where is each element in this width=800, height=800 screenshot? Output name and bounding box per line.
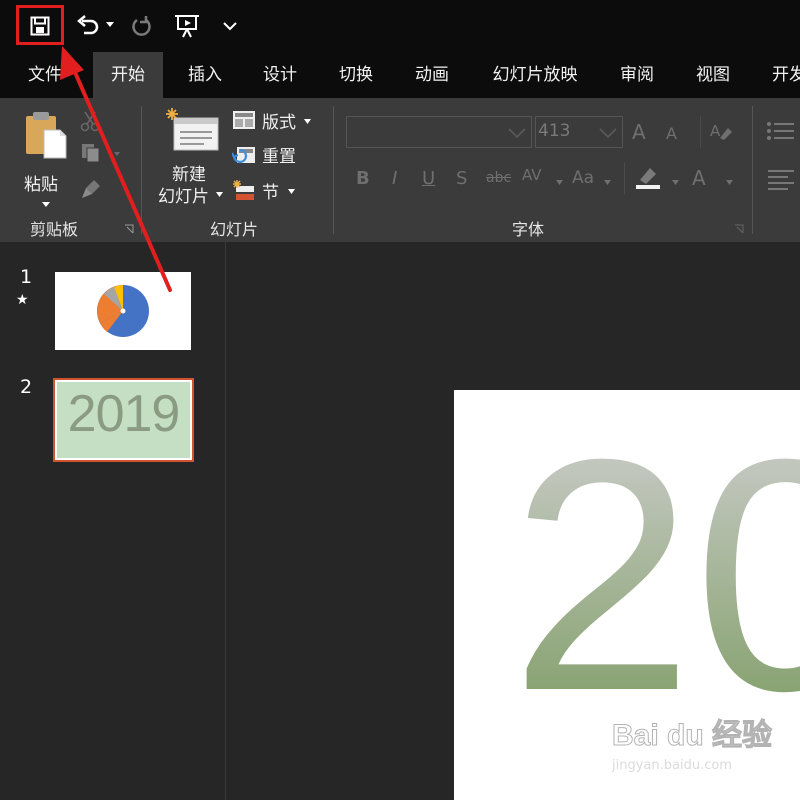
font-size-value: 413 — [538, 121, 571, 141]
dialog-launcher-icon[interactable] — [734, 224, 744, 234]
copy-icon — [82, 144, 100, 163]
reset-icon — [232, 147, 255, 164]
clear-formatting-icon[interactable]: A — [710, 120, 734, 142]
chevron-down-icon — [114, 152, 120, 156]
layout-button[interactable]: 版式 — [232, 108, 316, 134]
thumbnail-year-text: 2019 — [67, 385, 181, 443]
tab-animations[interactable]: 动画 — [403, 52, 461, 98]
new-slide-icon — [166, 108, 219, 151]
align-left-icon[interactable] — [766, 168, 796, 190]
shrink-font-button[interactable]: A — [666, 124, 677, 143]
new-slide-button[interactable]: 新建 幻灯片 — [156, 106, 226, 216]
bold-button[interactable]: B — [356, 168, 370, 189]
italic-button[interactable]: I — [392, 168, 397, 189]
strikethrough-button[interactable]: abc — [486, 170, 511, 186]
ribbon-home: 粘贴 剪贴板 新建 幻灯片 版式 重置 节 幻灯片 413 A A A B I … — [0, 98, 800, 242]
clipboard-group-label: 剪贴板 — [30, 220, 79, 239]
chevron-down-icon — [556, 180, 563, 185]
section-label: 节 — [262, 183, 279, 203]
shadow-button[interactable]: S — [456, 168, 467, 189]
quick-access-toolbar — [0, 0, 800, 52]
present-button[interactable] — [170, 12, 204, 40]
reset-button[interactable]: 重置 — [232, 142, 316, 168]
group-divider — [333, 106, 334, 234]
group-divider — [752, 106, 753, 234]
pie-chart-thumbnail — [97, 285, 149, 337]
watermark-logo: Bai du 经验 — [611, 719, 773, 753]
undo-dropdown-arrow[interactable] — [104, 18, 116, 32]
group-divider — [141, 106, 142, 234]
chevron-down-icon — [508, 128, 526, 139]
chevron-down-icon — [599, 128, 617, 139]
reset-label: 重置 — [262, 147, 296, 167]
chevron-down-icon — [604, 180, 611, 185]
slide-thumbnail-1[interactable] — [55, 272, 191, 350]
tab-transitions[interactable]: 切换 — [327, 52, 385, 98]
paste-label: 粘贴 — [24, 175, 58, 195]
present-icon — [175, 15, 199, 38]
change-case-button[interactable]: Aa — [572, 168, 594, 188]
font-name-combobox[interactable] — [346, 116, 532, 148]
chevron-down-icon — [106, 22, 114, 27]
font-size-combobox[interactable]: 413 — [535, 116, 623, 148]
chevron-down-icon — [216, 192, 223, 197]
font-color-button[interactable]: A — [692, 166, 706, 190]
section-icon — [233, 180, 254, 200]
bullets-icon[interactable] — [766, 120, 796, 142]
cut-button[interactable] — [80, 110, 106, 134]
tab-slideshow[interactable]: 幻灯片放映 — [480, 52, 590, 98]
tab-home[interactable]: 开始 — [93, 52, 163, 98]
animation-star-icon: ★ — [16, 292, 29, 308]
tab-review[interactable]: 审阅 — [608, 52, 666, 98]
scissors-icon — [80, 111, 100, 132]
tab-view[interactable]: 视图 — [684, 52, 742, 98]
grow-font-button[interactable]: A — [632, 120, 646, 144]
font-group-label: 字体 — [512, 220, 545, 239]
redo-button[interactable] — [128, 13, 156, 39]
slide-number-1: 1 — [20, 266, 33, 288]
copy-button[interactable] — [80, 142, 126, 166]
new-slide-label-line2: 幻灯片 — [158, 187, 209, 207]
slide-year-text[interactable]: 20 — [510, 410, 800, 740]
ribbon-tabs: 文件 开始 插入 设计 切换 动画 幻灯片放映 审阅 视图 开发 — [0, 52, 800, 98]
undo-button[interactable] — [74, 13, 102, 39]
slide-number-2: 2 — [20, 376, 33, 398]
character-spacing-button[interactable]: AV — [522, 166, 542, 184]
tab-developer[interactable]: 开发 — [760, 52, 800, 98]
chevron-down-icon — [42, 202, 50, 207]
tab-insert[interactable]: 插入 — [176, 52, 234, 98]
underline-button[interactable]: U — [422, 168, 435, 189]
tab-design[interactable]: 设计 — [251, 52, 309, 98]
chevron-down-icon — [223, 22, 237, 31]
paste-button[interactable]: 粘贴 — [18, 108, 74, 212]
clipboard-paste-icon — [26, 112, 67, 159]
dialog-launcher-icon[interactable] — [124, 224, 134, 234]
tab-file[interactable]: 文件 — [16, 52, 74, 98]
font-divider — [700, 116, 701, 148]
svg-text:A: A — [710, 122, 721, 140]
watermark-url: jingyan.baidu.com — [612, 758, 732, 773]
font-divider — [624, 162, 625, 194]
chevron-down-icon — [288, 189, 295, 194]
section-button[interactable]: 节 — [232, 178, 316, 204]
format-painter-button[interactable] — [80, 176, 106, 202]
highlight-color-icon[interactable] — [634, 164, 664, 190]
layout-icon — [233, 111, 255, 129]
slides-group-label: 幻灯片 — [210, 220, 259, 239]
chevron-down-icon — [726, 180, 733, 185]
baidu-jingyan-watermark: Bai du 经验 jingyan.baidu.com — [611, 710, 792, 790]
chevron-down-icon — [304, 119, 311, 124]
redo-icon — [132, 16, 151, 36]
slide-thumbnail-2[interactable]: 2019 — [53, 378, 194, 462]
brush-icon — [82, 180, 100, 198]
chevron-down-icon — [672, 180, 679, 185]
customize-toolbar-button[interactable] — [220, 16, 240, 36]
undo-icon — [77, 15, 99, 35]
save-highlight-box — [16, 5, 64, 45]
layout-label: 版式 — [262, 113, 296, 133]
